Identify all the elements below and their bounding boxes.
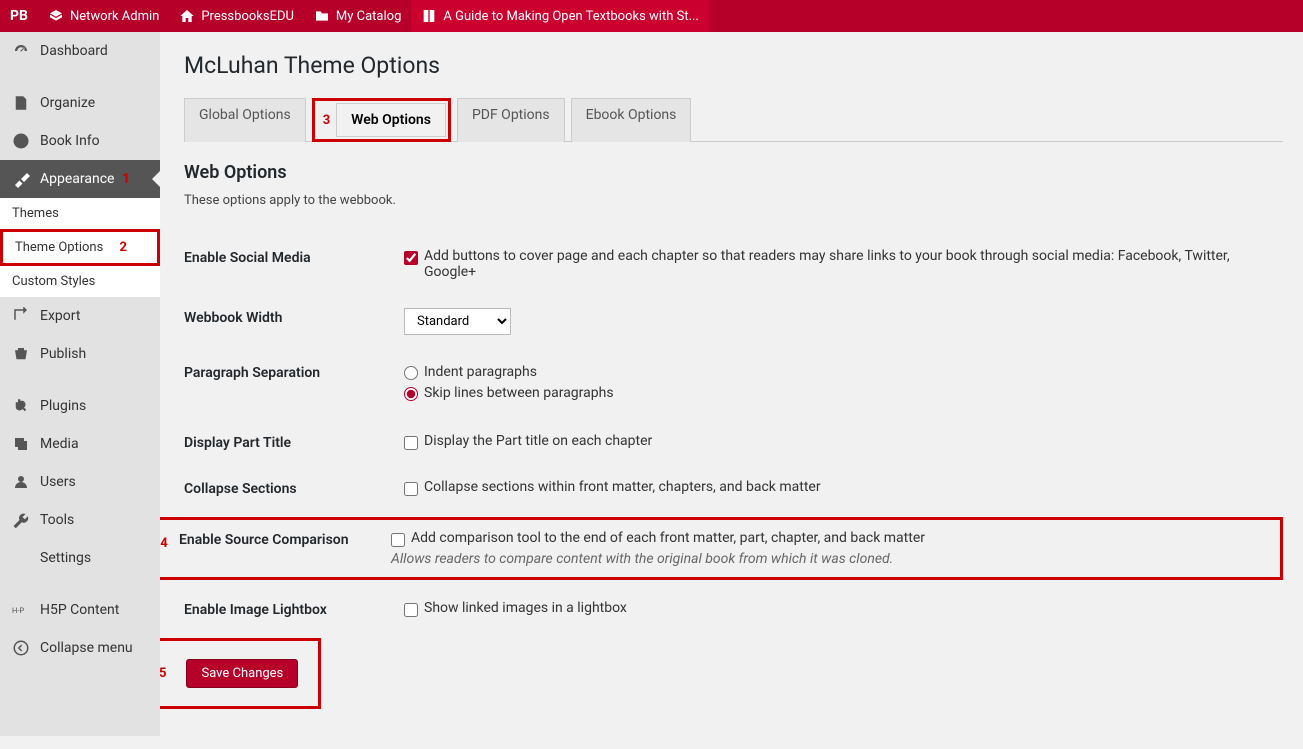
network-admin-link[interactable]: Network Admin <box>38 0 169 32</box>
sidebar-dashboard[interactable]: Dashboard <box>0 32 160 70</box>
section-title: Web Options <box>184 162 1283 183</box>
sidebar-h5p[interactable]: H-P H5P Content <box>0 591 160 629</box>
save-button[interactable]: Save Changes <box>186 659 298 688</box>
annotation-3: 3 <box>317 113 336 128</box>
row-part: Display Part Title Display the Part titl… <box>184 419 1283 465</box>
para-indent-option[interactable]: Indent paragraphs <box>404 363 1283 380</box>
sidebar-tools[interactable]: Tools <box>0 501 160 539</box>
row-para: Paragraph Separation Indent paragraphs S… <box>184 349 1283 419</box>
tabs-nav: Global Options 3 Web Options PDF Options… <box>184 97 1283 142</box>
sidebar-plugins[interactable]: Plugins <box>0 387 160 425</box>
annotation-3-box: 3 Web Options <box>312 98 451 142</box>
label-width: Webbook Width <box>184 308 404 326</box>
collapse-option[interactable]: Collapse sections within front matter, c… <box>404 479 1283 496</box>
annotation-2: 2 <box>120 240 127 255</box>
tab-web[interactable]: Web Options <box>336 103 446 137</box>
collapse-icon <box>12 639 30 657</box>
label-part: Display Part Title <box>184 433 404 451</box>
shop-icon <box>12 345 30 363</box>
sidebar-export[interactable]: Export <box>0 297 160 335</box>
sidebar-organize[interactable]: Organize <box>0 84 160 122</box>
book-icon <box>421 8 437 24</box>
part-option[interactable]: Display the Part title on each chapter <box>404 433 1283 450</box>
sidebar-theme-options[interactable]: Theme Options 2 <box>0 229 160 266</box>
lightbox-checkbox[interactable] <box>404 603 418 617</box>
export-icon <box>12 307 30 325</box>
annotation-5: 5 <box>159 666 166 681</box>
h5p-icon: H-P <box>12 601 30 619</box>
tab-pdf[interactable]: PDF Options <box>457 98 565 142</box>
label-lightbox: Enable Image Lightbox <box>184 600 404 618</box>
annotation-1: 1 <box>122 171 130 187</box>
social-option[interactable]: Add buttons to cover page and each chapt… <box>404 248 1283 280</box>
media-icon <box>12 435 30 453</box>
source-help: Allows readers to compare content with t… <box>391 551 1274 567</box>
wrench-icon <box>12 511 30 529</box>
sidebar-collapse[interactable]: Collapse menu <box>0 629 160 667</box>
admin-topbar: PB Network Admin PressbooksEDU My Catalo… <box>0 0 1303 32</box>
social-checkbox[interactable] <box>404 251 418 265</box>
book-link[interactable]: A Guide to Making Open Textbooks with St… <box>411 0 708 32</box>
part-checkbox[interactable] <box>404 436 418 450</box>
label-para: Paragraph Separation <box>184 363 404 381</box>
info-icon <box>12 132 30 150</box>
label-collapse: Collapse Sections <box>184 479 404 497</box>
para-skip-option[interactable]: Skip lines between paragraphs <box>404 384 1283 401</box>
sidebar-media[interactable]: Media <box>0 425 160 463</box>
document-icon <box>12 94 30 112</box>
source-option[interactable]: Add comparison tool to the end of each f… <box>391 530 1274 547</box>
row-social: Enable Social Media Add buttons to cover… <box>184 234 1283 294</box>
svg-text:H-P: H-P <box>12 606 24 615</box>
annotation-4-box: 4 Enable Source Comparison Add compariso… <box>136 517 1283 580</box>
tab-ebook[interactable]: Ebook Options <box>571 98 692 142</box>
user-icon <box>12 473 30 491</box>
lightbox-option[interactable]: Show linked images in a lightbox <box>404 600 1283 617</box>
sliders-icon <box>12 549 30 567</box>
my-catalog-link[interactable]: My Catalog <box>304 0 411 32</box>
admin-sidebar: Dashboard Organize Book Info Appearance … <box>0 32 160 736</box>
main-content: McLuhan Theme Options Global Options 3 W… <box>160 32 1303 749</box>
source-checkbox[interactable] <box>391 533 405 547</box>
gauge-icon <box>12 42 30 60</box>
folder-icon <box>314 8 330 24</box>
plug-icon <box>12 397 30 415</box>
network-icon <box>48 8 64 24</box>
sidebar-book-info[interactable]: Book Info <box>0 122 160 160</box>
pb-logo[interactable]: PB <box>0 8 38 24</box>
tab-global[interactable]: Global Options <box>184 98 306 142</box>
label-social: Enable Social Media <box>184 248 404 266</box>
row-width: Webbook Width Standard <box>184 294 1283 349</box>
width-select[interactable]: Standard <box>404 308 511 335</box>
row-lightbox: Enable Image Lightbox Show linked images… <box>184 586 1283 632</box>
annotation-5-box: 5 Save Changes <box>136 638 321 709</box>
para-indent-radio[interactable] <box>404 366 418 380</box>
home-icon <box>179 8 195 24</box>
label-source: Enable Source Comparison <box>179 530 391 567</box>
brush-icon <box>12 170 30 188</box>
sidebar-appearance[interactable]: Appearance 1 <box>0 160 160 198</box>
pressbooks-edu-link[interactable]: PressbooksEDU <box>169 0 304 32</box>
sidebar-custom-styles[interactable]: Custom Styles <box>0 266 160 297</box>
para-skip-radio[interactable] <box>404 387 418 401</box>
page-title: McLuhan Theme Options <box>184 52 1283 79</box>
sidebar-users[interactable]: Users <box>0 463 160 501</box>
sidebar-themes[interactable]: Themes <box>0 198 160 229</box>
row-collapse: Collapse Sections Collapse sections with… <box>184 465 1283 511</box>
sidebar-settings[interactable]: Settings <box>0 539 160 577</box>
sidebar-publish[interactable]: Publish <box>0 335 160 373</box>
appearance-submenu: Themes Theme Options 2 Custom Styles <box>0 198 160 297</box>
collapse-checkbox[interactable] <box>404 482 418 496</box>
section-desc: These options apply to the webbook. <box>184 193 1283 208</box>
